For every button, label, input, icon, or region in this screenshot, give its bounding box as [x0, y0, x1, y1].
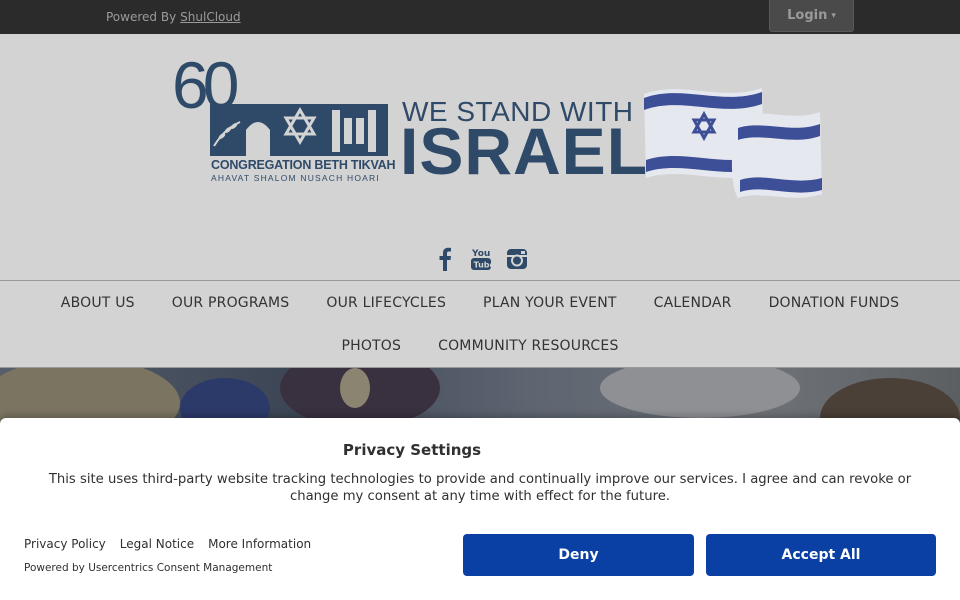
privacy-description: This site uses third-party website track…: [48, 472, 912, 504]
nav-calendar[interactable]: CALENDAR: [654, 295, 732, 311]
facebook-icon[interactable]: [434, 246, 456, 272]
login-label: Login: [787, 8, 828, 23]
login-button[interactable]: Login ▾: [769, 0, 854, 32]
nav-row-1: ABOUT US OUR PROGRAMS OUR LIFECYCLES PLA…: [0, 295, 960, 311]
israel-flag-icon: [644, 88, 822, 198]
powered-by: Powered By ShulCloud: [106, 10, 241, 24]
legal-notice-link[interactable]: Legal Notice: [120, 537, 194, 551]
privacy-links: Privacy Policy Legal Notice More Informa…: [24, 537, 311, 551]
svg-text:Tube: Tube: [474, 261, 492, 270]
svg-text:You: You: [471, 249, 490, 259]
nav-our-programs[interactable]: OUR PROGRAMS: [172, 295, 290, 311]
synagogue-emblem-icon: [210, 104, 388, 156]
privacy-title: Privacy Settings: [342, 441, 482, 459]
privacy-policy-link[interactable]: Privacy Policy: [24, 537, 106, 551]
accept-all-button[interactable]: Accept All: [706, 534, 936, 576]
youtube-icon[interactable]: You Tube: [470, 246, 492, 272]
deny-button[interactable]: Deny: [463, 534, 694, 576]
nav-plan-your-event[interactable]: PLAN YOUR EVENT: [483, 295, 617, 311]
usercentrics-credit[interactable]: Powered by Usercentrics Consent Manageme…: [24, 562, 272, 574]
banner-line-2: ISRAEL: [400, 114, 649, 188]
privacy-banner: Privacy Settings This site uses third-pa…: [0, 418, 960, 600]
nav-our-lifecycles[interactable]: OUR LIFECYCLES: [326, 295, 446, 311]
shulcloud-link[interactable]: ShulCloud: [180, 10, 240, 24]
powered-by-label: Powered By: [106, 10, 177, 24]
congregation-tagline: AHAVAT SHALOM NUSACH HOARI: [211, 173, 380, 183]
nav-community-resources[interactable]: COMMUNITY RESOURCES: [438, 338, 618, 354]
top-bar: Powered By ShulCloud Login ▾: [0, 0, 960, 34]
caret-down-icon: ▾: [831, 10, 836, 21]
social-links: You Tube: [434, 246, 528, 272]
more-information-link[interactable]: More Information: [208, 537, 311, 551]
main-navigation: ABOUT US OUR PROGRAMS OUR LIFECYCLES PLA…: [0, 280, 960, 368]
nav-row-2: PHOTOS COMMUNITY RESOURCES: [0, 338, 960, 354]
congregation-name: CONGREGATION BETH TIKVAH: [211, 158, 396, 172]
nav-donation-funds[interactable]: DONATION FUNDS: [769, 295, 900, 311]
instagram-icon[interactable]: [506, 246, 528, 272]
nav-about-us[interactable]: ABOUT US: [61, 295, 135, 311]
nav-photos[interactable]: PHOTOS: [341, 338, 401, 354]
